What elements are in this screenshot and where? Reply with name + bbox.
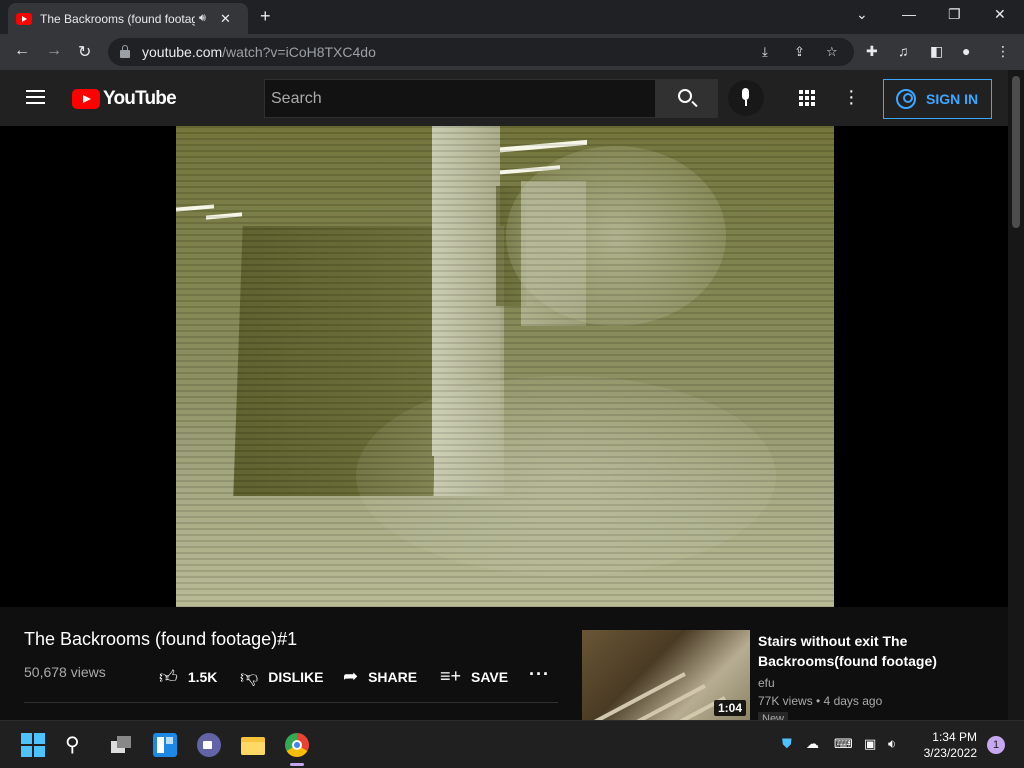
active-app-indicator [290, 763, 304, 766]
dislike-label: DISLIKE [268, 669, 324, 685]
new-tab-button[interactable]: + [260, 6, 271, 27]
notification-badge[interactable]: 1 [987, 736, 1005, 754]
chat-meet-icon[interactable] [197, 733, 221, 757]
search-input[interactable]: Search [264, 79, 656, 118]
tab-search-icon[interactable]: ⌄ [856, 6, 868, 23]
search-icon[interactable]: ⚲ [65, 733, 89, 757]
back-arrow-icon[interactable]: ← [14, 42, 30, 60]
voice-search-mic-icon[interactable] [728, 80, 764, 116]
lock-icon[interactable] [120, 45, 130, 58]
volume-speaker-icon[interactable]: 🔉︎ [888, 736, 896, 752]
share-label: SHARE [368, 668, 418, 685]
install-app-icon[interactable]: ⤓ [762, 44, 768, 60]
youtube-favicon-icon [16, 12, 32, 25]
close-window-button[interactable]: ✕ [994, 6, 1006, 23]
vhs-scanlines [176, 126, 834, 607]
youtube-masthead: YouTube Search · · · SIGN IN [0, 70, 1008, 126]
onedrive-cloud-icon[interactable]: ☁ [806, 736, 819, 752]
speaker-icon[interactable]: 🔊︎ [199, 12, 206, 25]
apps-grid-icon[interactable] [799, 90, 816, 107]
file-explorer-folder-icon[interactable] [241, 733, 265, 757]
like-count: 1.5K [187, 669, 218, 685]
youtube-play-logo-icon [72, 89, 100, 109]
dislike-button[interactable]: 👎︎ DISLIKE [240, 666, 324, 688]
keyboard-icon[interactable]: ⌨ [834, 736, 853, 752]
recommendation-thumbnail[interactable]: 1:04 [582, 630, 750, 720]
recommendation-title[interactable]: Stairs without exit The Backrooms(found … [758, 631, 968, 671]
divider [24, 702, 558, 703]
start-windows-icon[interactable] [21, 733, 45, 757]
thumbs-down-icon: 👎︎ [240, 667, 259, 687]
thumbs-up-icon: 👍︎ [159, 667, 178, 687]
security-shield-icon[interactable]: ⛊ [782, 736, 792, 752]
reload-icon[interactable]: ↻ [78, 42, 91, 62]
share-arrow-icon: ➦ [343, 666, 359, 686]
forward-arrow-icon[interactable]: → [46, 42, 62, 60]
network-icon[interactable]: ▣ [864, 736, 876, 752]
search-icon [678, 89, 692, 103]
search-placeholder: Search [271, 89, 322, 107]
windows-taskbar: ⚲ ⛊ ☁ ⌨ ▣ 🔉︎ 1:34 PM 3/23/2022 1 [0, 720, 1024, 768]
playlist-add-icon: ≡+ [440, 666, 462, 686]
account-circle-icon [896, 89, 916, 109]
scrollbar-thumb[interactable] [1012, 76, 1020, 228]
browser-tab[interactable]: The Backrooms (found footage)#1 🔊︎ ✕ [8, 3, 248, 34]
minimize-button[interactable]: — [902, 6, 916, 22]
video-frame[interactable] [176, 126, 834, 607]
like-button[interactable]: 👍︎ 1.5K [159, 666, 217, 688]
tab-title: The Backrooms (found footage)#1 [40, 11, 195, 26]
address-bar[interactable]: youtube.com /watch?v=iCoH8TXC4do ⤓ ⇪ ☆ [108, 38, 854, 66]
sign-in-label: SIGN IN [926, 91, 979, 107]
view-count: 50,678 views [24, 664, 106, 680]
save-label: SAVE [471, 668, 509, 685]
settings-more-icon[interactable]: · · · [848, 81, 855, 113]
youtube-logo[interactable]: YouTube [72, 88, 177, 110]
hamburger-menu-icon[interactable] [26, 90, 45, 104]
side-panel-icon[interactable]: ◧ [930, 43, 943, 60]
system-clock[interactable]: 1:34 PM 3/23/2022 [917, 729, 977, 761]
video-player[interactable] [0, 126, 1008, 607]
share-button[interactable]: ➦ SHARE [343, 666, 417, 687]
video-title: The Backrooms (found footage)#1 [24, 629, 298, 649]
share-page-icon[interactable]: ⇪ [794, 44, 805, 60]
recommendation-meta: 77K views • 4 days ago [758, 694, 883, 708]
clock-date: 3/23/2022 [923, 746, 977, 760]
search-button[interactable] [656, 79, 718, 118]
profile-icon[interactable]: ● [962, 43, 970, 59]
page-scrollbar[interactable] [1008, 70, 1024, 720]
youtube-logo-text: YouTube [103, 88, 177, 109]
thumbnail-stair-rail [582, 672, 686, 720]
sign-in-button[interactable]: SIGN IN [883, 79, 992, 119]
task-view-icon[interactable] [109, 733, 133, 757]
save-button[interactable]: ≡+ SAVE [440, 666, 508, 687]
bookmark-star-icon[interactable]: ☆ [826, 44, 838, 60]
browser-menu-icon[interactable]: ⋮ [996, 43, 1010, 60]
widgets-icon[interactable] [153, 733, 177, 757]
url-host: youtube.com [142, 44, 223, 60]
browser-toolbar: ← → ↻ youtube.com /watch?v=iCoH8TXC4do ⤓… [0, 34, 1024, 70]
video-duration: 1:04 [713, 700, 746, 716]
tab-close-icon[interactable]: ✕ [220, 11, 231, 27]
more-actions-button[interactable]: ··· [529, 664, 550, 685]
browser-tab-strip: The Backrooms (found footage)#1 🔊︎ ✕ + ⌄… [0, 0, 1024, 34]
url-path: /watch?v=iCoH8TXC4do [222, 44, 376, 60]
media-control-icon[interactable]: ♫ [898, 43, 909, 59]
chrome-browser-icon[interactable] [285, 733, 309, 757]
extensions-puzzle-icon[interactable]: ✚ [866, 43, 878, 60]
clock-time: 1:34 PM [932, 730, 977, 744]
restore-button[interactable]: ❐ [948, 6, 961, 23]
recommendation-channel[interactable]: efu [758, 676, 775, 690]
